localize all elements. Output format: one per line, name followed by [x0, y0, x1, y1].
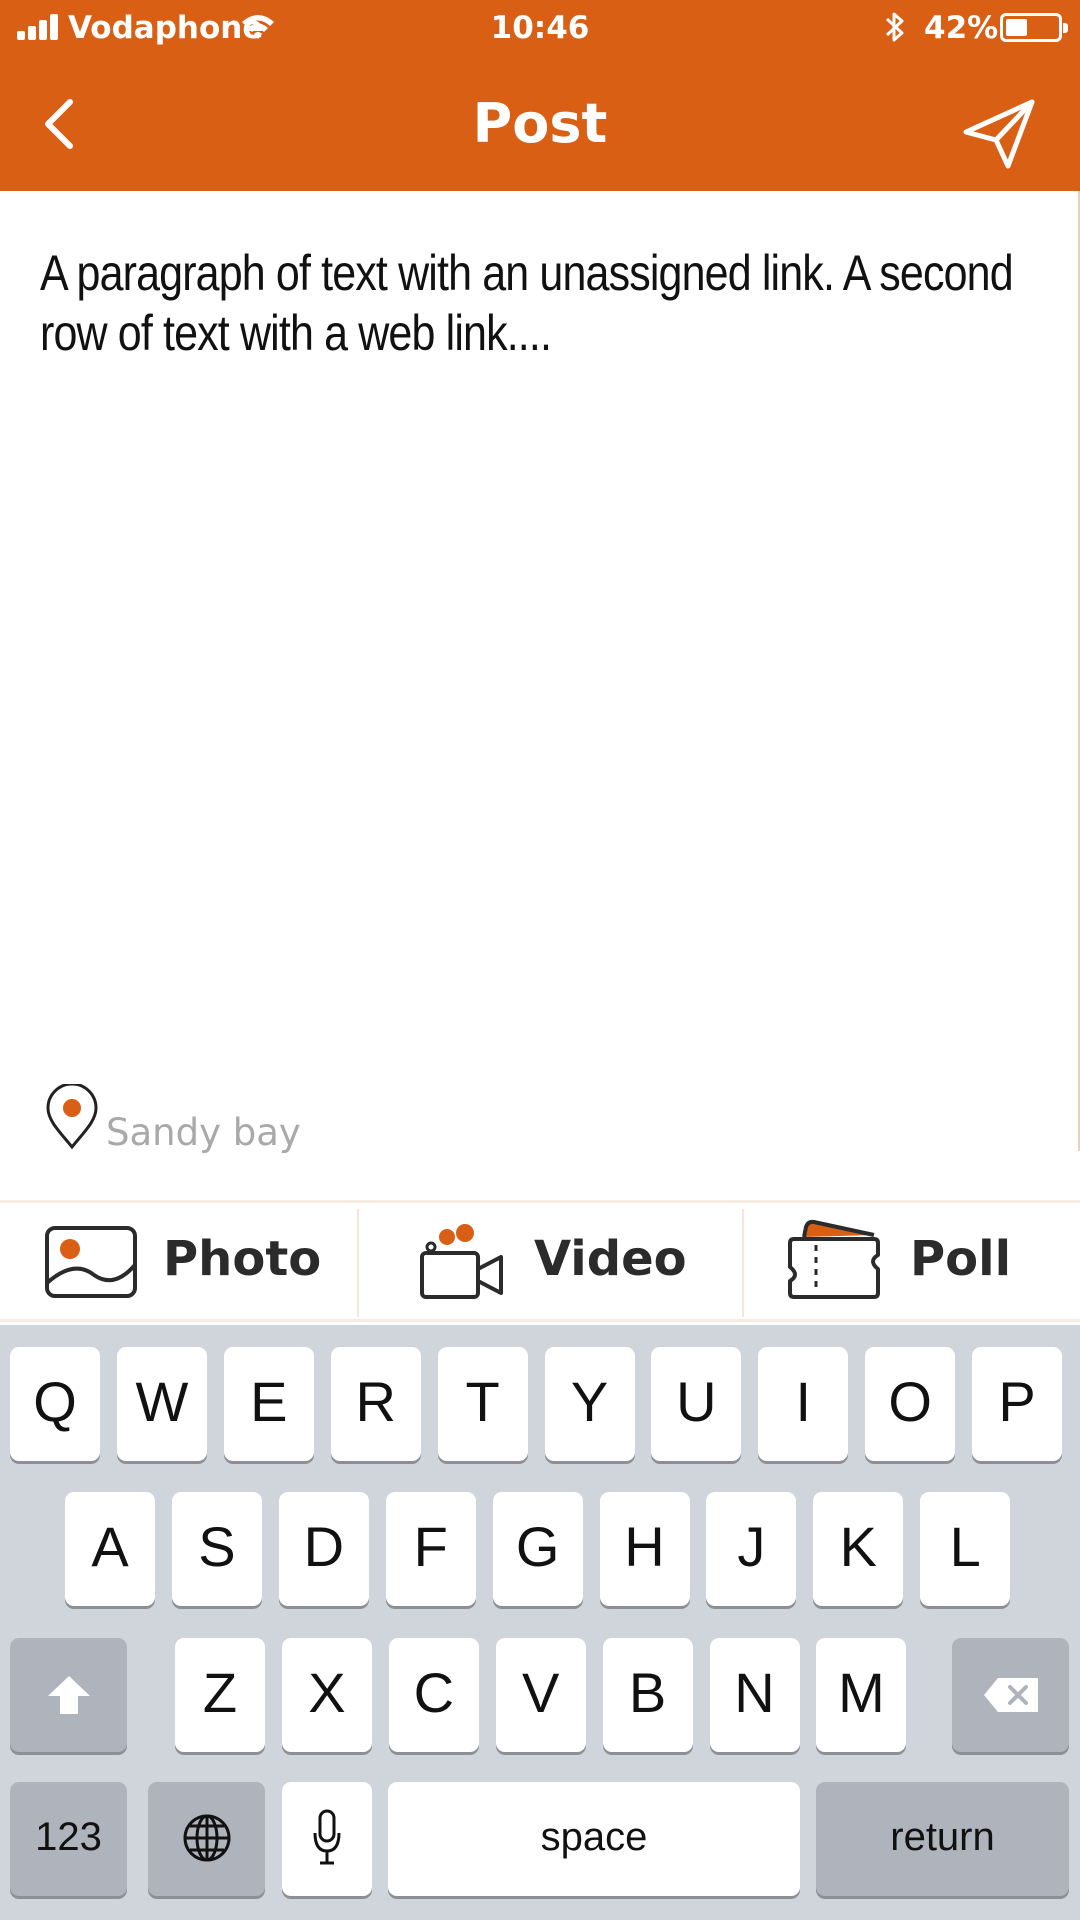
bluetooth-icon [885, 12, 904, 42]
key-z[interactable]: Z [175, 1638, 265, 1752]
key-b[interactable]: B [602, 1638, 693, 1752]
ticket-icon [788, 1219, 880, 1299]
key-x[interactable]: X [281, 1638, 372, 1752]
key-e[interactable]: E [223, 1347, 314, 1461]
keyboard: QWERTYUIOP ASDFGHJKL ZXCVBNM 123 space r… [0, 1325, 1080, 1920]
key-p[interactable]: P [972, 1347, 1063, 1461]
key-o[interactable]: O [865, 1347, 956, 1461]
photo-label: Photo [163, 1231, 322, 1287]
key-k[interactable]: K [813, 1492, 904, 1606]
location-label: Sandy bay [106, 1111, 301, 1154]
battery-percentage: 42% [924, 10, 999, 46]
key-w[interactable]: W [116, 1347, 207, 1461]
header-bar: Vodaphone 10:46 42% Post [0, 0, 1080, 191]
send-icon[interactable] [962, 98, 1038, 170]
video-camera-icon [420, 1224, 503, 1299]
key-n[interactable]: N [709, 1638, 800, 1752]
attachment-bar: Photo Video Poll [0, 1200, 1080, 1322]
microphone-key[interactable] [282, 1782, 372, 1896]
key-l[interactable]: L [920, 1492, 1011, 1606]
key-a[interactable]: A [65, 1492, 155, 1606]
page-title: Post [472, 92, 608, 155]
key-d[interactable]: D [278, 1492, 369, 1606]
shift-key[interactable] [10, 1638, 127, 1752]
photo-button[interactable]: Photo [0, 1203, 357, 1319]
backspace-icon [984, 1678, 1038, 1712]
poll-label: Poll [910, 1231, 1012, 1287]
battery-icon [1000, 13, 1068, 42]
key-v[interactable]: V [495, 1638, 586, 1752]
key-j[interactable]: J [706, 1492, 797, 1606]
key-c[interactable]: C [388, 1638, 479, 1752]
key-s[interactable]: S [171, 1492, 262, 1606]
shift-arrow-icon [48, 1676, 90, 1714]
globe-icon [183, 1814, 231, 1862]
map-pin-icon [46, 1084, 98, 1150]
key-u[interactable]: U [651, 1347, 742, 1461]
globe-key[interactable] [148, 1782, 265, 1896]
backspace-key[interactable] [952, 1638, 1069, 1752]
space-key[interactable]: space [388, 1782, 800, 1896]
key-m[interactable]: M [816, 1638, 907, 1752]
poll-button[interactable]: Poll [744, 1203, 1080, 1319]
photo-icon [45, 1226, 137, 1298]
key-q[interactable]: Q [10, 1347, 100, 1461]
key-h[interactable]: H [599, 1492, 690, 1606]
return-key[interactable]: return [816, 1782, 1069, 1896]
numbers-key[interactable]: 123 [10, 1782, 127, 1896]
clock: 10:46 [490, 10, 590, 46]
key-y[interactable]: Y [544, 1347, 635, 1461]
microphone-icon [313, 1809, 341, 1865]
key-r[interactable]: R [330, 1347, 421, 1461]
status-bar: Vodaphone 10:46 42% [0, 0, 1080, 54]
key-f[interactable]: F [385, 1492, 476, 1606]
key-i[interactable]: I [758, 1347, 849, 1461]
post-text-area[interactable]: A paragraph of text with an unassigned l… [40, 243, 1055, 363]
video-button[interactable]: Video [359, 1203, 742, 1319]
key-g[interactable]: G [492, 1492, 583, 1606]
key-t[interactable]: T [437, 1347, 528, 1461]
video-label: Video [534, 1231, 687, 1287]
